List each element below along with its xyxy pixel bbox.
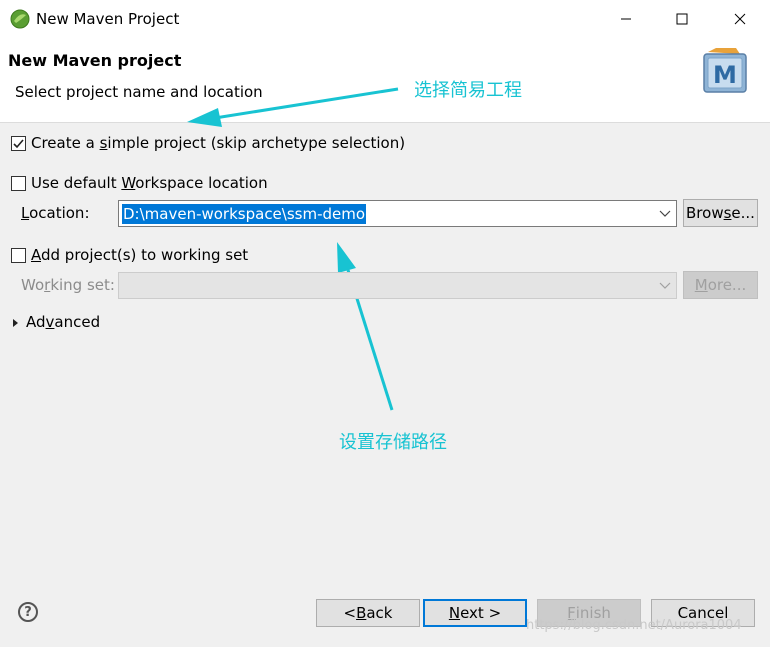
expand-triangle-icon[interactable]	[12, 318, 20, 328]
advanced-section-toggle[interactable]: Advanced	[26, 313, 100, 331]
location-dropdown-toggle[interactable]	[656, 201, 674, 226]
location-input-value: D:\maven-workspace\ssm-demo	[122, 204, 367, 224]
browse-button[interactable]: Brow s e...	[683, 199, 758, 227]
help-button[interactable]: ?	[18, 602, 38, 622]
annotation-location: 设置存储路径	[339, 432, 447, 453]
checkmark-icon	[13, 139, 24, 149]
working-set-combobox[interactable]	[118, 272, 677, 299]
watermark-text: https://blog.csdn.net/Aurora1004	[526, 618, 742, 633]
annotation-simple-project: 选择简易工程	[414, 80, 522, 101]
working-set-check-label: Add project(s) to working set	[31, 246, 249, 264]
more-button[interactable]: More...	[683, 271, 758, 299]
back-button[interactable]: < Back	[316, 599, 420, 627]
working-set-label: Working set:	[21, 276, 115, 294]
simple-project-label: Create a simple project (skip archetype …	[31, 134, 406, 152]
annotation-arrows	[187, 87, 399, 411]
help-icon: ?	[24, 604, 32, 620]
simple-project-checkbox[interactable]	[11, 136, 26, 151]
location-combobox[interactable]: D:\maven-workspace\ssm-demo	[118, 200, 677, 227]
chevron-down-icon	[659, 210, 671, 217]
default-workspace-label: Use default Workspace location	[31, 174, 268, 192]
location-label: Location:	[21, 204, 90, 222]
working-set-checkbox[interactable]	[11, 248, 26, 263]
default-workspace-checkbox[interactable]	[11, 176, 26, 191]
next-button[interactable]: Next >	[423, 599, 527, 627]
working-set-dropdown-toggle[interactable]	[656, 273, 674, 298]
chevron-down-icon	[659, 282, 671, 289]
